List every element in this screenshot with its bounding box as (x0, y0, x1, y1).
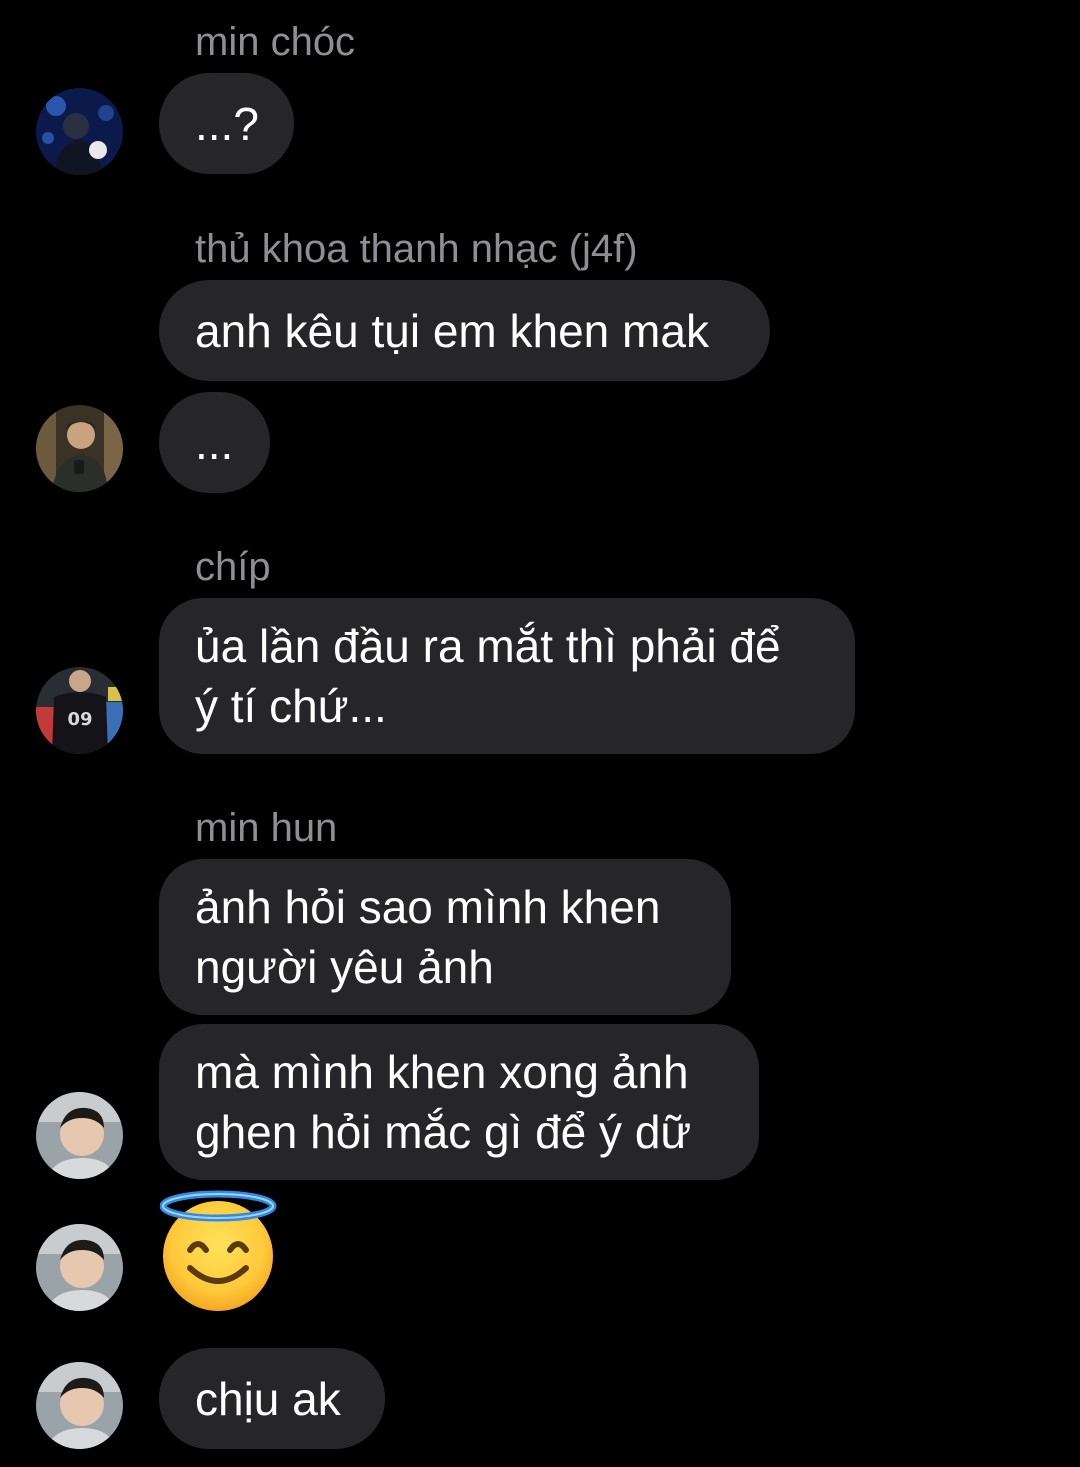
smiling-face-with-halo-icon[interactable] (159, 1190, 282, 1312)
message-text: chịu ak (195, 1372, 341, 1425)
message-text: ...? (195, 97, 259, 150)
sender-name: thủ khoa thanh nhạc (j4f) (195, 227, 638, 271)
message-text-line: người yêu ảnh (195, 941, 494, 993)
sender-name: chíp (195, 545, 271, 589)
message-text: anh kêu tụi em khen mak (195, 304, 709, 357)
message-bubble[interactable]: ủa lần đầu ra mắt thì phải để ý tí chứ..… (159, 598, 855, 754)
message-text-line: ý tí chứ... (195, 680, 387, 732)
message-bubble[interactable]: ... (159, 392, 270, 493)
message-text-line: ủa lần đầu ra mắt thì phải để (195, 620, 781, 672)
message-bubble[interactable]: chịu ak (159, 1348, 385, 1449)
message-bubble[interactable]: anh kêu tụi em khen mak (159, 280, 770, 381)
message-text: ... (195, 416, 234, 469)
avatar-min-hun[interactable] (36, 1224, 123, 1311)
message-bubble[interactable]: ảnh hỏi sao mình khen người yêu ảnh (159, 859, 731, 1015)
sender-name: min chóc (195, 20, 356, 64)
svg-text:09: 09 (67, 709, 92, 730)
message-bubble[interactable]: ...? (159, 73, 294, 174)
avatar-thu-khoa[interactable] (36, 405, 123, 492)
message-text-line: mà mình khen xong ảnh (195, 1046, 689, 1098)
message-bubble[interactable]: mà mình khen xong ảnh ghen hỏi mắc gì để… (159, 1024, 759, 1180)
avatar-chip[interactable]: 09 (36, 667, 123, 754)
message-text-line: ghen hỏi mắc gì để ý dữ (195, 1106, 692, 1158)
avatar-min-hun[interactable] (36, 1362, 123, 1449)
avatar-min-hun[interactable] (36, 1092, 123, 1179)
message-text-line: ảnh hỏi sao mình khen (195, 881, 661, 933)
sender-name: min hun (195, 806, 338, 850)
avatar-min-choc[interactable] (36, 88, 123, 175)
